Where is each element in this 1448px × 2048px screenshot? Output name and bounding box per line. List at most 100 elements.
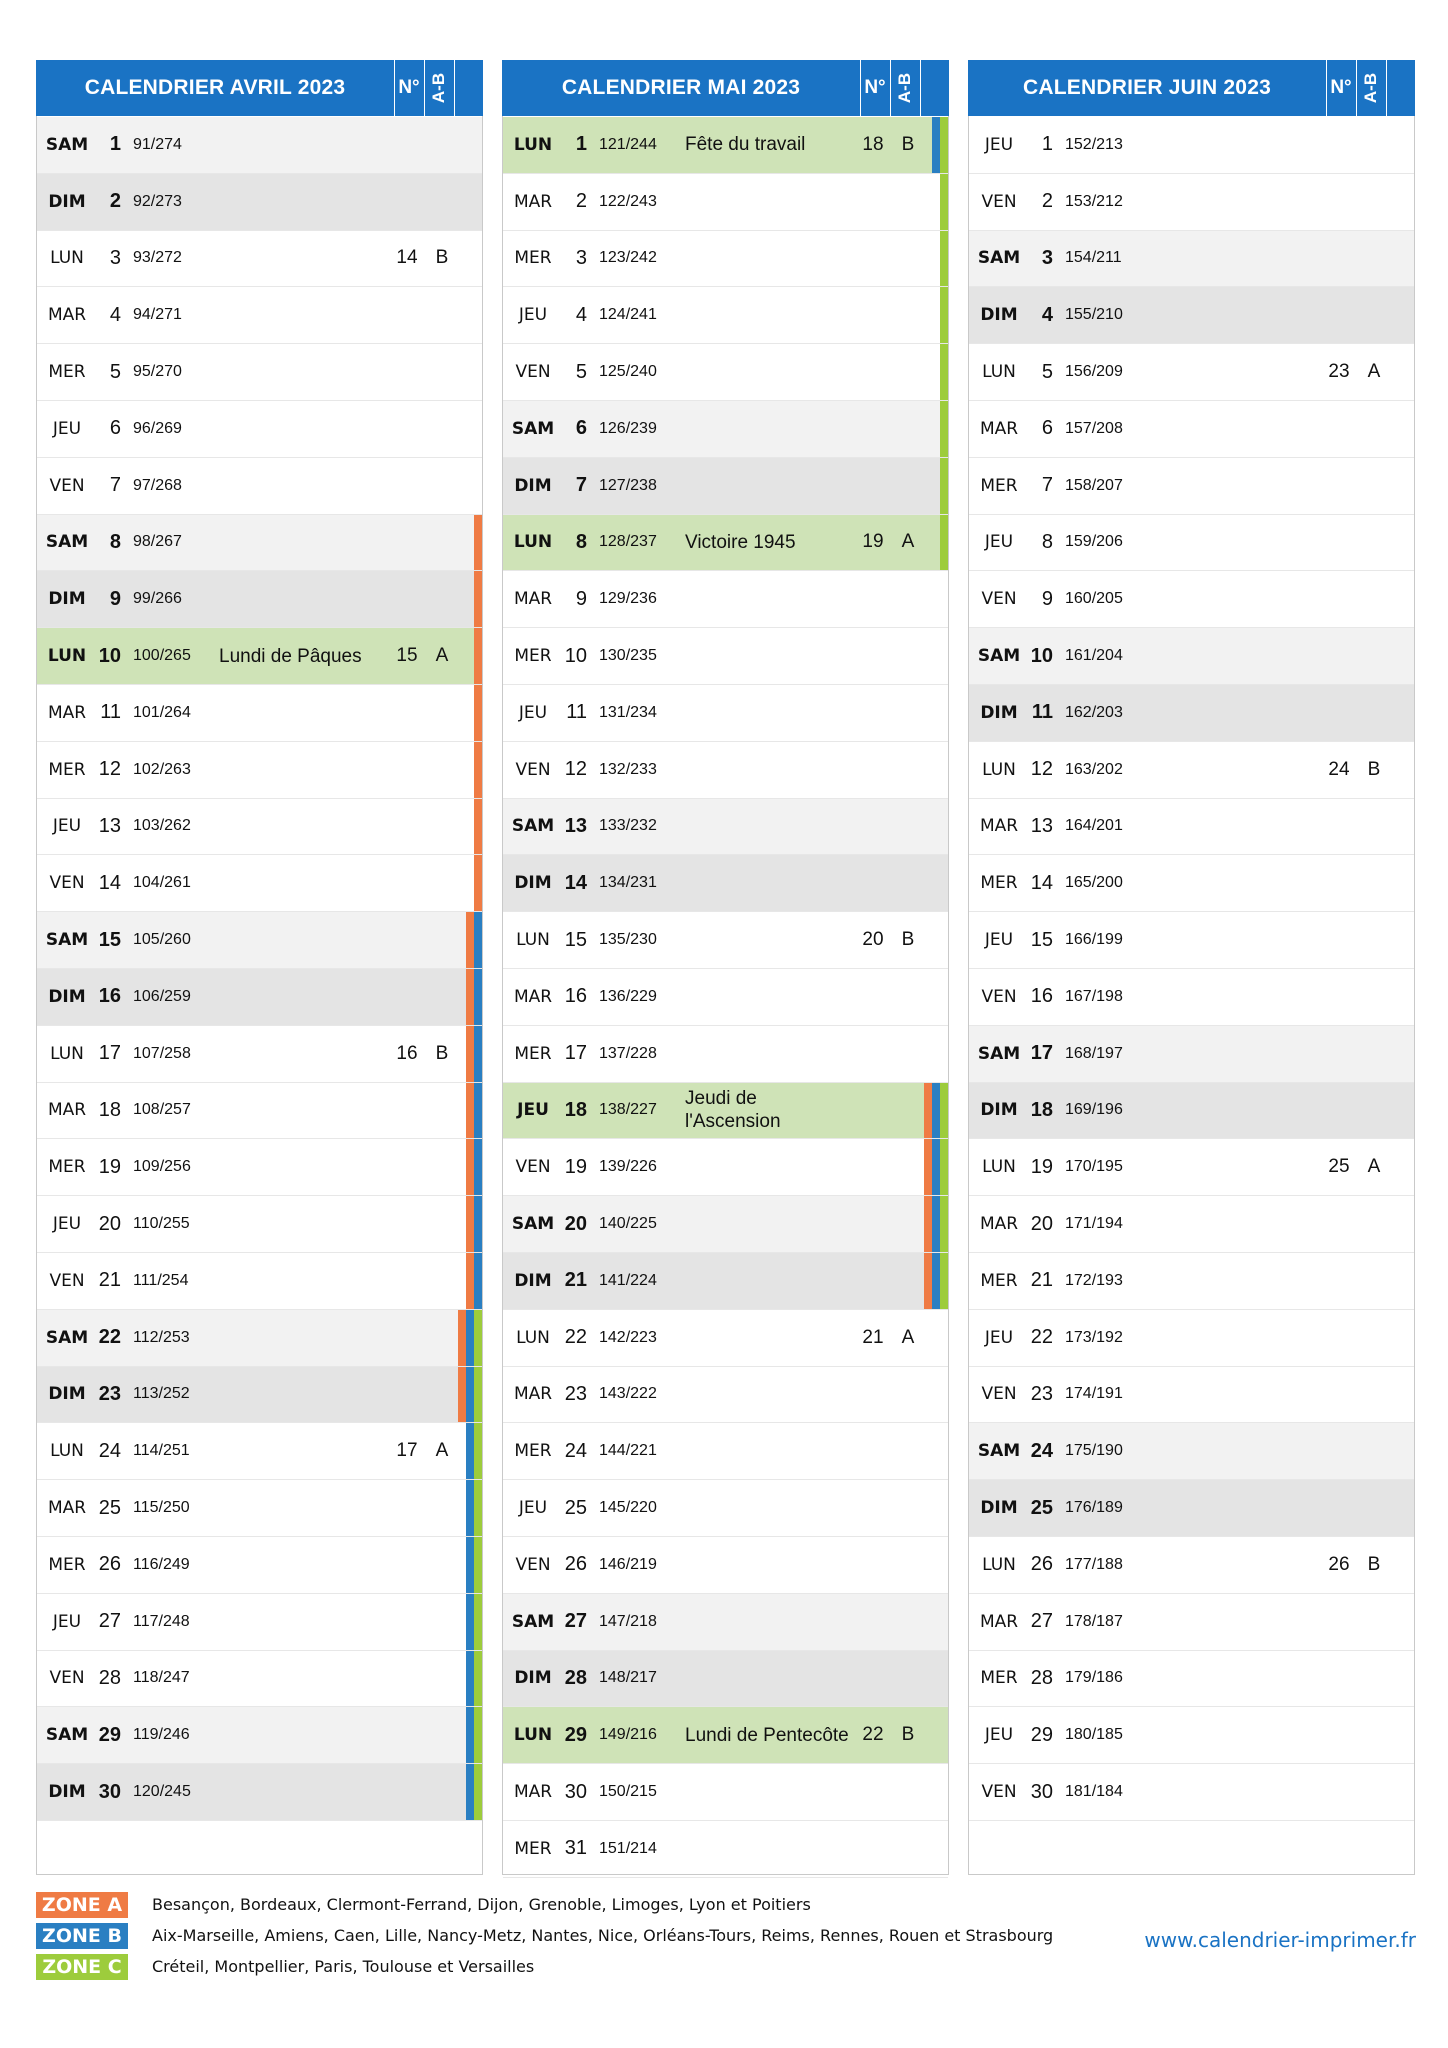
weekday: MER — [980, 1668, 1018, 1689]
weekday: VEN — [49, 873, 85, 894]
zone-a-holiday-bar — [924, 1252, 932, 1309]
day-of-year: 136/229 — [599, 987, 657, 1005]
day-row: JEU 20 110/255 — [37, 1196, 482, 1253]
weekday: MER — [514, 1441, 552, 1462]
zone-b-holiday-bar — [466, 1764, 474, 1820]
day-row: MER 26 116/249 — [37, 1536, 482, 1594]
zone-c-holiday-bar — [940, 344, 948, 400]
day-number: 9 — [109, 587, 121, 610]
zone-a-holiday-bar — [924, 1139, 932, 1196]
day-row: DIM 25 176/189 — [969, 1480, 1414, 1537]
zone-a-holiday-bar — [474, 855, 482, 912]
day-number: 1 — [1041, 133, 1053, 156]
day-of-year: 119/246 — [133, 1726, 190, 1744]
school-holiday-bars — [458, 571, 482, 628]
day-number: 9 — [1041, 587, 1053, 610]
week-number: 26 — [1328, 1553, 1350, 1575]
school-holiday-bars — [924, 1252, 948, 1309]
month-column: CALENDRIER AVRIL 2023 N° A-B SAM 1 91/274 DIM 2… — [36, 60, 483, 1875]
day-of-year: 91/274 — [133, 135, 182, 153]
day-number: 28 — [98, 1666, 121, 1689]
week-number-header: N° — [1330, 77, 1352, 98]
day-number: 21 — [1030, 1269, 1053, 1292]
day-of-year: 101/264 — [133, 703, 191, 721]
day-number: 19 — [98, 1155, 121, 1178]
day-number: 7 — [109, 474, 121, 497]
day-row: SAM 6 126/239 — [503, 400, 948, 458]
zone-c-holiday-bar — [940, 1196, 948, 1252]
weekday: MAR — [979, 1611, 1019, 1632]
weekday: MER — [514, 248, 552, 269]
day-number: 24 — [1030, 1439, 1053, 1462]
header-divider — [1386, 60, 1387, 116]
day-row: MER 10 130/235 — [503, 628, 948, 685]
day-number: 30 — [1030, 1780, 1053, 1803]
weekday: LUN — [513, 134, 553, 155]
zone-b-holiday-bar — [932, 1139, 940, 1196]
day-of-year: 165/200 — [1065, 874, 1123, 892]
day-row: MAR 6 157/208 — [969, 401, 1414, 458]
weekday: VEN — [49, 475, 85, 496]
weekday: MER — [48, 759, 86, 780]
day-number: 24 — [564, 1439, 587, 1462]
school-holiday-bars — [458, 1025, 482, 1082]
day-number: 31 — [564, 1837, 587, 1860]
day-number: 10 — [564, 644, 587, 667]
day-of-year: 118/247 — [133, 1669, 190, 1687]
day-of-year: 126/239 — [599, 419, 657, 437]
week-number: 21 — [862, 1326, 884, 1348]
school-holiday-bars — [924, 1082, 948, 1139]
day-of-year: 140/225 — [599, 1215, 657, 1233]
zone-c-holiday-bar — [474, 1480, 482, 1536]
day-of-year: 174/191 — [1065, 1385, 1123, 1403]
school-holiday-bars — [458, 912, 482, 968]
day-of-year: 175/190 — [1065, 1442, 1123, 1460]
day-number: 25 — [1030, 1496, 1053, 1519]
school-holiday-bars — [924, 230, 948, 287]
weekday: LUN — [516, 1327, 550, 1348]
day-of-year: 120/245 — [133, 1783, 191, 1800]
day-of-year: 162/203 — [1065, 703, 1123, 721]
day-number: 24 — [98, 1439, 121, 1462]
day-of-year: 127/238 — [599, 476, 657, 494]
day-of-year: 123/242 — [599, 249, 657, 267]
weekday: MAR — [513, 1384, 553, 1405]
header-divider — [454, 60, 455, 116]
weekday: SAM — [45, 134, 89, 155]
day-number: 20 — [564, 1212, 587, 1235]
zone-c-holiday-bar — [474, 1423, 482, 1480]
week-number: 15 — [396, 645, 418, 667]
zone-b-holiday-bar — [474, 1139, 482, 1196]
week-number: 22 — [862, 1724, 884, 1746]
zone-a-holiday-bar — [466, 1082, 474, 1139]
day-of-year: 148/217 — [599, 1669, 657, 1687]
weekday: MAR — [47, 702, 87, 723]
school-holiday-bars — [458, 684, 482, 741]
day-number: 23 — [98, 1382, 121, 1405]
website-link[interactable]: www.calendrier-imprimer.fr — [1144, 1928, 1416, 1952]
day-number: 2 — [575, 190, 587, 213]
day-of-year: 172/193 — [1065, 1271, 1123, 1289]
ab-week-header: A-B — [895, 72, 914, 104]
day-row: SAM 8 98/267 — [37, 514, 482, 572]
day-row: VEN 9 160/205 — [969, 571, 1414, 629]
day-row: VEN 16 167/198 — [969, 969, 1414, 1026]
day-of-year: 112/253 — [133, 1328, 190, 1346]
weekday: MER — [980, 475, 1018, 496]
day-row: JEU 13 103/262 — [37, 798, 482, 856]
header-divider — [920, 60, 921, 116]
weekday: JEU — [52, 816, 82, 837]
day-row: MAR 9 129/236 — [503, 571, 948, 629]
day-row: MER 24 144/221 — [503, 1423, 948, 1481]
weekday: MER — [514, 1043, 552, 1064]
day-number: 22 — [1030, 1326, 1053, 1349]
ab-week: A — [435, 1440, 449, 1462]
zone-c-holiday-bar — [474, 1593, 482, 1650]
weekday: DIM — [48, 191, 86, 212]
ab-week: B — [901, 929, 915, 951]
weekday: MER — [980, 873, 1018, 894]
day-of-year: 137/228 — [599, 1044, 657, 1062]
day-number: 21 — [564, 1269, 587, 1292]
zone-a-holiday-bar — [474, 571, 482, 628]
day-row: DIM 4 155/210 — [969, 287, 1414, 345]
